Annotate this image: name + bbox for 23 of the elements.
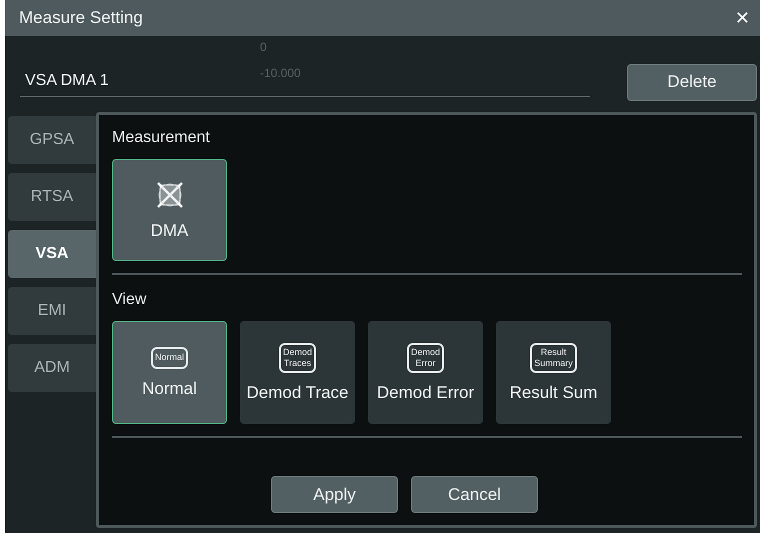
tab[interactable]: RTSA: [8, 173, 96, 221]
view-tile[interactable]: Demod Traces Demod Trace: [240, 321, 355, 424]
section-heading: Measurement: [112, 129, 211, 147]
axis-label: 0: [260, 40, 267, 54]
view-tile[interactable]: Result Summary Result Sum: [496, 321, 611, 424]
view-icon: Normal: [150, 346, 188, 368]
delete-button[interactable]: Delete: [627, 64, 757, 100]
tab[interactable]: EMI: [8, 287, 96, 335]
close-button[interactable]: ✕: [730, 6, 754, 30]
cancel-button[interactable]: Cancel: [411, 476, 538, 513]
axis-label: -10.000: [260, 66, 301, 80]
tab[interactable]: ADM: [8, 344, 96, 392]
tab[interactable]: VSA: [8, 230, 96, 278]
section-heading: View: [112, 291, 148, 309]
view-icon: Result Summary: [530, 342, 577, 372]
measurement-tile[interactable]: DMA: [112, 159, 227, 261]
view-icon: Demod Traces: [278, 342, 316, 372]
view-icon: Demod Error: [406, 342, 444, 372]
view-tile[interactable]: Demod Error Demod Error: [368, 321, 483, 424]
view-tile[interactable]: Normal Normal: [112, 321, 227, 424]
apply-button[interactable]: Apply: [271, 476, 398, 513]
tab[interactable]: GPSA: [8, 116, 96, 164]
window-title: Measure Setting: [19, 8, 143, 28]
